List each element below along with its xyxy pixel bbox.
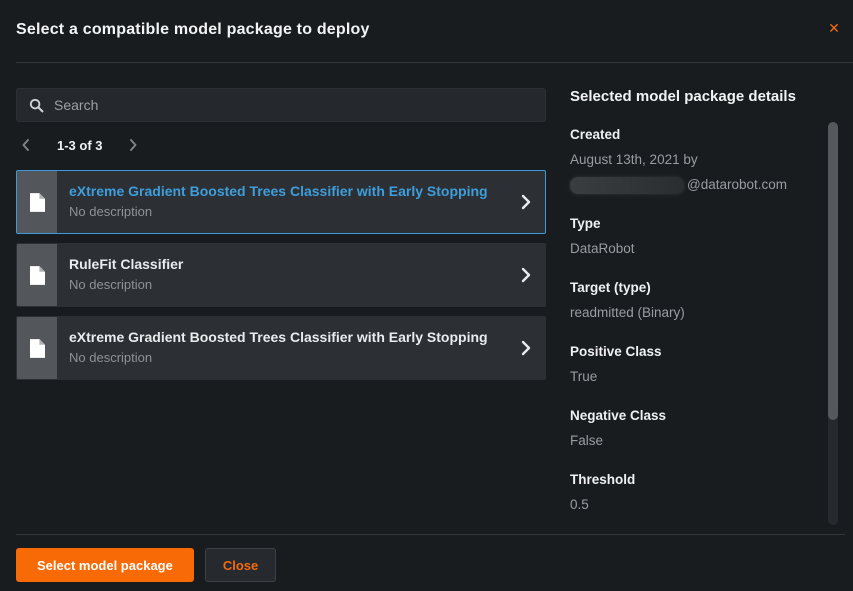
detail-positive-class: Positive Class True xyxy=(570,344,822,387)
chevron-right-icon[interactable] xyxy=(513,317,545,379)
close-icon[interactable]: ✕ xyxy=(823,18,845,40)
page-prev-icon[interactable] xyxy=(21,138,30,152)
page-next-icon[interactable] xyxy=(129,138,138,152)
package-item-2[interactable]: RuleFit Classifier No description xyxy=(16,243,546,307)
close-button[interactable]: Close xyxy=(205,548,276,582)
modal-title: Select a compatible model package to dep… xyxy=(16,21,370,39)
header-divider xyxy=(16,62,853,63)
detail-label: Negative Class xyxy=(570,408,822,423)
package-description: No description xyxy=(69,277,513,292)
detail-created: Created August 13th, 2021 by @datarobot.… xyxy=(570,127,822,195)
details-heading: Selected model package details xyxy=(570,88,822,105)
detail-negative-class: Negative Class False xyxy=(570,408,822,451)
package-description: No description xyxy=(69,350,513,365)
detail-label: Target (type) xyxy=(570,280,822,295)
detail-label: Created xyxy=(570,127,822,142)
chevron-right-icon[interactable] xyxy=(513,171,545,233)
pagination: 1-3 of 3 xyxy=(16,134,546,156)
package-title: eXtreme Gradient Boosted Trees Classifie… xyxy=(69,329,513,345)
file-icon xyxy=(17,171,57,233)
email-suffix: @datarobot.com xyxy=(687,175,787,195)
detail-value: DataRobot xyxy=(570,239,822,259)
detail-value: False xyxy=(570,431,822,451)
detail-value: True xyxy=(570,367,822,387)
package-title: RuleFit Classifier xyxy=(69,256,513,272)
modal-header: Select a compatible model package to dep… xyxy=(0,0,853,63)
select-model-package-button[interactable]: Select model package xyxy=(16,548,194,582)
detail-label: Positive Class xyxy=(570,344,822,359)
detail-label: Threshold xyxy=(570,472,822,487)
redacted-username xyxy=(570,177,684,194)
footer: Select model package Close xyxy=(16,548,276,582)
detail-label: Type xyxy=(570,216,822,231)
package-title: eXtreme Gradient Boosted Trees Classifie… xyxy=(69,183,513,199)
details-panel: Selected model package details Created A… xyxy=(570,88,822,536)
file-icon xyxy=(17,244,57,306)
package-list: eXtreme Gradient Boosted Trees Classifie… xyxy=(16,170,546,380)
file-icon xyxy=(17,317,57,379)
detail-value: August 13th, 2021 by xyxy=(570,150,822,170)
search-icon xyxy=(29,98,44,113)
footer-divider xyxy=(16,534,845,535)
chevron-right-icon[interactable] xyxy=(513,244,545,306)
detail-target-type: Target (type) readmitted (Binary) xyxy=(570,280,822,323)
search-box[interactable] xyxy=(16,88,546,122)
details-scrollbar-track[interactable] xyxy=(828,122,838,525)
search-input[interactable] xyxy=(44,97,545,113)
detail-value: 0.5 xyxy=(570,495,822,515)
detail-threshold: Threshold 0.5 xyxy=(570,472,822,515)
details-scrollbar-thumb[interactable] xyxy=(828,122,838,420)
page-range-label: 1-3 of 3 xyxy=(57,138,103,153)
package-description: No description xyxy=(69,204,513,219)
package-item-1[interactable]: eXtreme Gradient Boosted Trees Classifie… xyxy=(16,170,546,234)
detail-value: readmitted (Binary) xyxy=(570,303,822,323)
detail-type: Type DataRobot xyxy=(570,216,822,259)
package-item-3[interactable]: eXtreme Gradient Boosted Trees Classifie… xyxy=(16,316,546,380)
package-list-panel: 1-3 of 3 eXtreme Gradient Boosted Trees … xyxy=(16,88,546,389)
